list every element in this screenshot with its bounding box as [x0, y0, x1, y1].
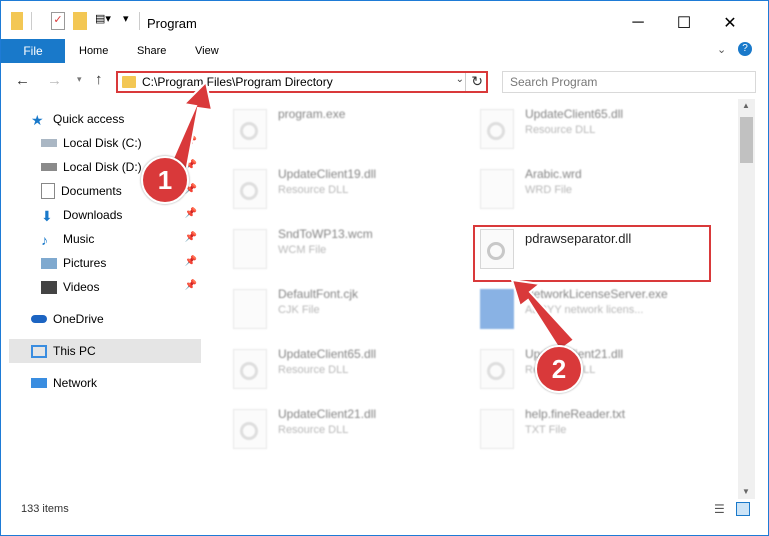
arrow-2 [510, 278, 576, 352]
annotation-arrows [166, 79, 576, 352]
step-1-badge: 1 [141, 156, 189, 204]
step-2-badge: 2 [535, 345, 583, 393]
